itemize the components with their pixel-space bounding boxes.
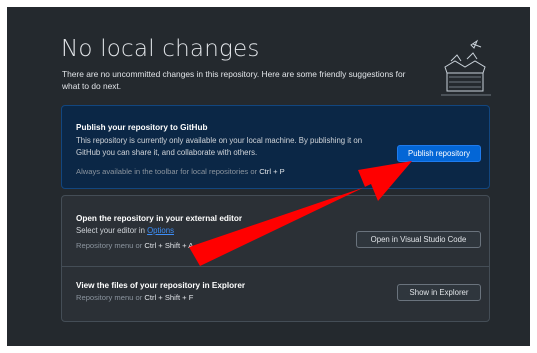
publish-card: Publish your repository to GitHub This r… [61, 105, 490, 189]
suggestions-group: Open the repository in your external edi… [61, 195, 490, 322]
page-title: No local changes [61, 36, 260, 62]
editor-shortcut: Ctrl + Shift + A [144, 241, 194, 250]
explorer-hint: Repository menu or Ctrl + Shift + F [76, 293, 193, 302]
publish-heading: Publish your repository to GitHub [76, 123, 208, 132]
publish-hint-text: Always available in the toolbar for loca… [76, 167, 258, 176]
editor-hint-text: Repository menu or [76, 241, 143, 250]
publish-description: This repository is currently only availa… [76, 136, 363, 157]
explorer-shortcut: Ctrl + Shift + F [144, 293, 194, 302]
editor-heading: Open the repository in your external edi… [76, 214, 243, 223]
empty-box-illustration-icon [441, 39, 491, 96]
publish-hint: Always available in the toolbar for loca… [76, 167, 285, 176]
publish-repository-button[interactable]: Publish repository [397, 145, 481, 162]
explorer-hint-text: Repository menu or [76, 293, 143, 302]
editor-description: Select your editor in Options [76, 225, 174, 237]
editor-row: Open the repository in your external edi… [62, 196, 489, 267]
editor-hint: Repository menu or Ctrl + Shift + A [76, 241, 193, 250]
publish-shortcut: Ctrl + P [259, 167, 285, 176]
explorer-row: View the files of your repository in Exp… [62, 267, 489, 322]
open-in-vscode-button[interactable]: Open in Visual Studio Code [356, 231, 481, 248]
show-in-explorer-button[interactable]: Show in Explorer [397, 284, 481, 301]
editor-description-text: Select your editor in [76, 226, 145, 235]
explorer-heading: View the files of your repository in Exp… [76, 281, 246, 290]
page-subtitle: There are no uncommitted changes in this… [62, 69, 406, 91]
app-window: No local changes There are no uncommitte… [7, 7, 530, 346]
options-link[interactable]: Options [147, 226, 174, 235]
